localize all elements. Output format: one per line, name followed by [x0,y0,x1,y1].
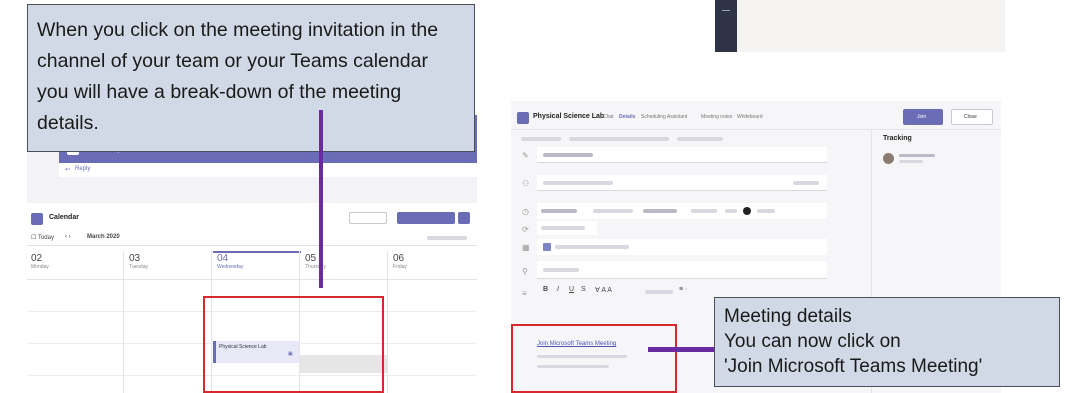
callout-line: You can now click on [724,331,901,352]
day-header: 03 Tuesday [129,253,148,270]
details-icon: ≡ [522,289,527,298]
reply-row[interactable]: ↩ Reply [59,163,477,177]
location-field[interactable] [537,261,827,279]
meeting-icon [517,112,529,124]
calendar-title: Calendar [49,214,79,221]
attendee-role [899,160,923,163]
cancel-meeting-link[interactable] [521,137,561,141]
repeat-selector[interactable] [537,221,597,235]
reply-arrow-icon: ↩ [65,167,71,173]
repeat-icon: ⟳ [522,225,529,234]
today-button[interactable]: ☐ Today [31,234,54,241]
grid-line [27,279,477,280]
day-header: 02 Monday [31,253,49,270]
invitation-callout-text: When you click on the meeting invitation… [37,19,439,134]
format-toolbar[interactable]: B I U S ∀ A A ≡ · [537,285,737,299]
join-link-highlight-box [511,324,677,393]
meeting-options-link[interactable] [677,137,723,141]
reply-link[interactable]: Reply [75,166,90,172]
location-icon: ⚲ [522,267,528,276]
divider [27,245,477,246]
attendees-field[interactable] [537,175,827,191]
bold-icon[interactable]: B [543,286,548,293]
timezone-selector[interactable] [569,137,669,141]
meeting-details-callout: Meeting details You can now click on 'Jo… [714,297,1060,387]
channel-icon: ▦ [522,243,530,252]
tracking-label: Tracking [883,135,912,142]
pointer-line [319,110,323,288]
title-field[interactable] [537,147,827,163]
new-meeting-button[interactable] [397,212,455,224]
close-button[interactable]: Close [951,109,993,125]
channel-field[interactable] [537,239,827,255]
tab-meeting-notes[interactable]: Meeting notes [701,114,732,120]
tab-details[interactable]: Details [619,114,635,120]
grid-line [387,251,388,393]
tab-chat[interactable]: Chat [603,114,614,120]
pointer-line [648,347,714,352]
prev-next-icons[interactable]: ‹ › [65,234,71,240]
month-label[interactable]: March 2020 [87,234,120,240]
grid-line [123,251,124,393]
underline-icon[interactable]: U [569,286,574,293]
avatar [883,153,894,164]
meet-now-button[interactable] [349,212,387,224]
today-indicator [213,251,301,277]
join-button[interactable]: Join [903,109,943,125]
divider [511,129,1001,130]
calendar-app-icon [31,213,43,225]
new-meeting-dropdown[interactable] [458,212,470,224]
tab-whiteboard[interactable]: Whiteboard [737,114,763,120]
attendee-name [899,154,935,157]
work-week-selector[interactable] [427,236,467,240]
clock-icon: ◷ [522,207,529,216]
invitation-callout: When you click on the meeting invitation… [27,4,475,152]
tab-scheduling[interactable]: Scheduling Assistant [641,114,687,120]
strike-icon[interactable]: S [581,286,586,293]
day-header: 06 Friday [393,253,407,270]
teams-window-fragment [715,0,1005,52]
format-more-icon[interactable]: ≡ · [679,286,687,293]
event-highlight-box [203,296,384,393]
format-icons[interactable]: ∀ A A [595,286,612,294]
paragraph-selector[interactable] [645,290,673,294]
edit-icon: ✎ [522,151,529,160]
date-time-row[interactable] [537,203,827,219]
italic-icon[interactable]: I [557,286,559,293]
callout-line: 'Join Microsoft Teams Meeting' [724,356,983,377]
all-day-toggle[interactable] [743,207,751,215]
teams-app-bar [715,0,737,52]
attendees-icon: ⚇ [522,179,530,188]
callout-title: Meeting details [724,306,852,327]
meeting-title: Physical Science Lab [533,113,605,120]
